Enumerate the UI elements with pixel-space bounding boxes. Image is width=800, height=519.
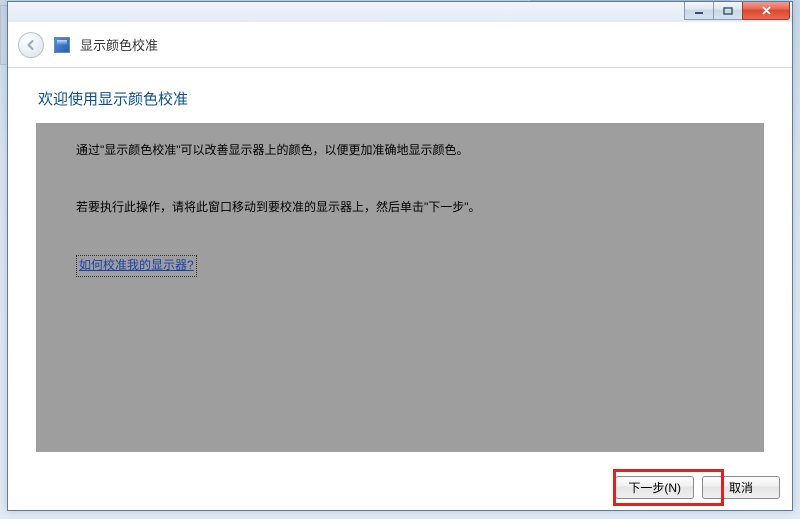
maximize-button[interactable] <box>713 2 743 20</box>
cancel-button[interactable]: 取消 <box>702 476 780 499</box>
back-arrow-icon <box>24 38 38 52</box>
header-title: 显示颜色校准 <box>80 35 158 54</box>
window-controls <box>685 2 790 22</box>
minimize-button[interactable] <box>684 2 714 20</box>
help-link[interactable]: 如何校准我的显示器? <box>76 255 197 276</box>
footer-bar: 下一步(N) 取消 <box>8 464 792 510</box>
header-bar: 显示颜色校准 <box>8 22 792 68</box>
content-area: 欢迎使用显示颜色校准 通过"显示颜色校准"可以改善显示器上的颜色，以便更加准确地… <box>8 68 792 464</box>
close-button[interactable] <box>742 2 790 20</box>
back-button[interactable] <box>18 32 44 58</box>
next-button[interactable]: 下一步(N) <box>615 476 694 499</box>
dialog-window: 显示颜色校准 欢迎使用显示颜色校准 通过"显示颜色校准"可以改善显示器上的颜色，… <box>7 1 793 511</box>
intro-text-2: 若要执行此操作，请将此窗口移动到要校准的显示器上，然后单击"下一步"。 <box>76 198 724 217</box>
page-heading: 欢迎使用显示颜色校准 <box>38 88 764 109</box>
intro-text-1: 通过"显示颜色校准"可以改善显示器上的颜色，以便更加准确地显示颜色。 <box>76 141 724 160</box>
app-icon <box>54 37 70 53</box>
titlebar <box>8 2 792 22</box>
body-panel: 通过"显示颜色校准"可以改善显示器上的颜色，以便更加准确地显示颜色。 若要执行此… <box>36 123 764 452</box>
